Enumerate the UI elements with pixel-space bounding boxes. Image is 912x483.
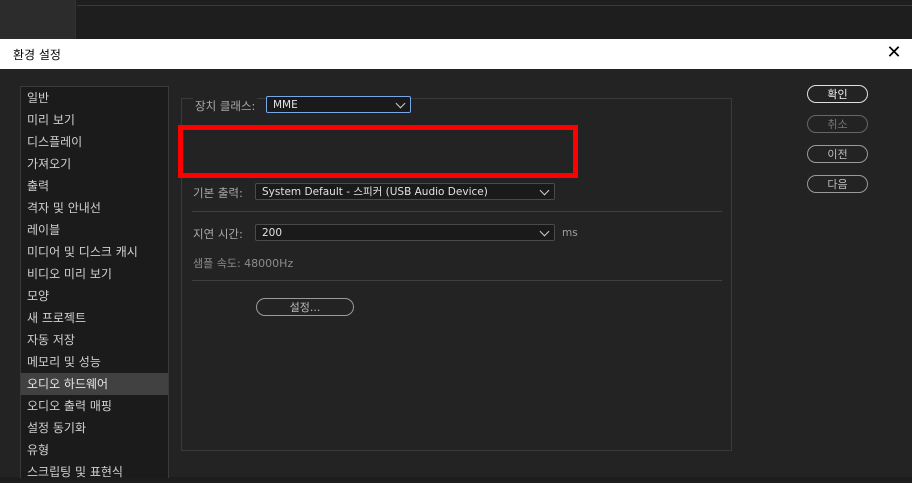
background-panel (0, 0, 76, 39)
latency-select[interactable]: 200 (255, 224, 555, 241)
sidebar-item-grids-guides[interactable]: 격자 및 안내선 (21, 197, 168, 219)
device-class-label: 장치 클래스: (193, 98, 258, 114)
latency-value: 200 (262, 227, 283, 239)
section-divider (192, 211, 722, 212)
highlight-box (178, 125, 578, 178)
section-divider (192, 280, 722, 281)
latency-unit: ms (562, 227, 578, 239)
preferences-dialog: 환경 설정 ✕ 일반 미리 보기 디스플레이 가져오기 출력 격자 및 안내선 … (0, 39, 912, 479)
device-class-select[interactable]: MME (266, 96, 411, 113)
dialog-titlebar: 환경 설정 ✕ (0, 39, 912, 69)
sidebar-item-audio-hardware[interactable]: 오디오 하드웨어 (21, 373, 168, 395)
chevron-down-icon (539, 185, 550, 196)
sidebar-item-media-disk-cache[interactable]: 미디어 및 디스크 캐시 (21, 241, 168, 263)
sidebar-item-labels[interactable]: 레이블 (21, 219, 168, 241)
sidebar-item-new-project[interactable]: 새 프로젝트 (21, 307, 168, 329)
background-divider (77, 5, 912, 6)
sidebar-item-display[interactable]: 디스플레이 (21, 131, 168, 153)
default-output-label: 기본 출력: (193, 186, 243, 200)
sidebar-item-general[interactable]: 일반 (21, 87, 168, 109)
default-output-select[interactable]: System Default - 스피커 (USB Audio Device) (255, 183, 555, 200)
audio-settings-button[interactable]: 설정... (256, 298, 354, 316)
sidebar-item-video-preview[interactable]: 비디오 미리 보기 (21, 263, 168, 285)
device-class-value: MME (273, 99, 298, 111)
close-icon[interactable]: ✕ (884, 43, 904, 63)
chevron-down-icon (395, 98, 406, 109)
sidebar-item-auto-save[interactable]: 자동 저장 (21, 329, 168, 351)
sidebar-item-sync-settings[interactable]: 설정 동기화 (21, 417, 168, 439)
sidebar-item-type[interactable]: 유형 (21, 439, 168, 461)
sidebar-item-preview[interactable]: 미리 보기 (21, 109, 168, 131)
sidebar-item-import[interactable]: 가져오기 (21, 153, 168, 175)
default-output-value: System Default - 스피커 (USB Audio Device) (262, 186, 488, 198)
dialog-title: 환경 설정 (13, 48, 61, 62)
previous-button[interactable]: 이전 (807, 145, 868, 163)
sample-rate-text: 샘플 속도: 48000Hz (193, 257, 294, 270)
sidebar-item-output[interactable]: 출력 (21, 175, 168, 197)
sidebar-item-memory-performance[interactable]: 메모리 및 성능 (21, 351, 168, 373)
sidebar-item-scripting-expressions[interactable]: 스크립팅 및 표현식 (21, 461, 168, 483)
latency-label: 지연 시간: (193, 227, 243, 241)
sidebar-item-audio-output-mapping[interactable]: 오디오 출력 매핑 (21, 395, 168, 417)
preferences-sidebar: 일반 미리 보기 디스플레이 가져오기 출력 격자 및 안내선 레이블 미디어 … (20, 86, 169, 479)
next-button[interactable]: 다음 (807, 175, 868, 193)
cancel-button[interactable]: 취소 (807, 115, 868, 133)
sidebar-item-appearance[interactable]: 모양 (21, 285, 168, 307)
chevron-down-icon (539, 226, 550, 237)
ok-button[interactable]: 확인 (807, 85, 868, 103)
